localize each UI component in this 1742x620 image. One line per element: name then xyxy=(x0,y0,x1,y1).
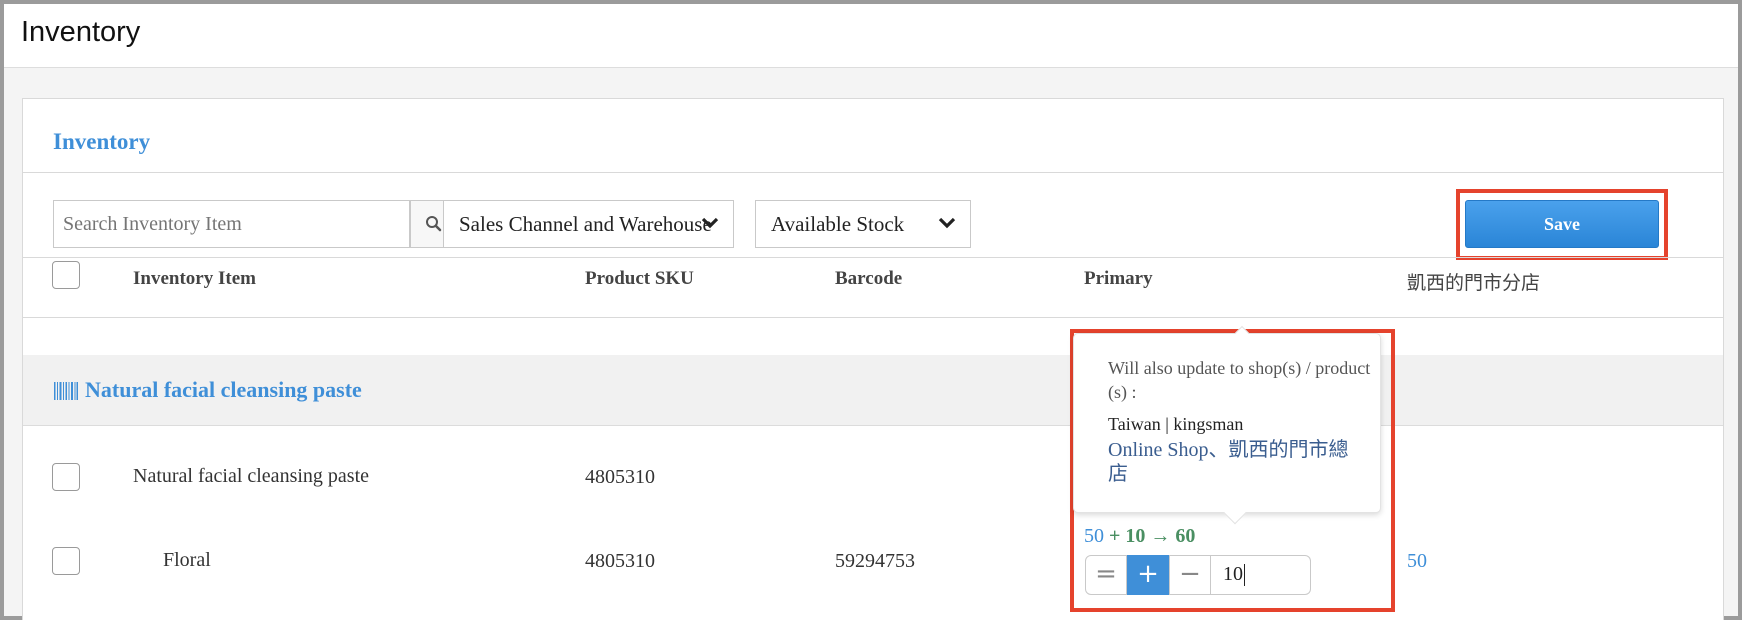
stock-calc-line: 50 + 10 → 60 xyxy=(1084,525,1195,548)
popover-note: Will also update to shop(s) / product (s… xyxy=(1108,358,1371,402)
save-button[interactable]: Save xyxy=(1465,200,1659,248)
divider xyxy=(23,317,1723,318)
row-product-sku: 4805310 xyxy=(585,466,655,488)
row-item-name: Natural facial cleansing paste xyxy=(133,465,369,487)
sales-channel-select-value: Sales Channel and Warehouse xyxy=(459,212,712,236)
text-caret xyxy=(1244,564,1245,587)
stock-type-select-value: Available Stock xyxy=(771,212,905,236)
app-window: Inventory Inventory Sales Channel and Wa… xyxy=(0,0,1742,620)
chevron-down-icon xyxy=(701,217,719,229)
select-all-checkbox[interactable] xyxy=(52,261,80,289)
product-group-row: Natural facial cleansing paste xyxy=(23,355,1723,426)
barcode-icon xyxy=(54,382,78,400)
header-inventory-item: Inventory Item xyxy=(133,268,256,289)
stock-operation-result: + 10 → 60 xyxy=(1109,525,1196,547)
add-button[interactable]: + xyxy=(1127,555,1169,595)
adjust-mode-group: = + − 10 xyxy=(1085,555,1311,595)
search-input[interactable] xyxy=(53,200,410,248)
row-checkbox[interactable] xyxy=(52,463,80,491)
header-primary: Primary xyxy=(1084,268,1153,289)
row-product-sku: 4805310 xyxy=(585,550,655,572)
update-info-popover: Will also update to shop(s) / product (s… xyxy=(1073,325,1381,525)
header-product-sku: Product SKU xyxy=(585,268,694,289)
page-title: Inventory xyxy=(21,16,141,48)
row-item-name: Floral xyxy=(163,549,211,571)
popover-shop: Taiwan | kingsman xyxy=(1108,414,1244,434)
current-stock-value: 50 xyxy=(1084,525,1104,547)
row-checkbox[interactable] xyxy=(52,547,80,575)
row-barcode: 59294753 xyxy=(835,550,915,572)
divider xyxy=(23,257,1723,258)
divider xyxy=(23,172,1723,173)
subtract-button[interactable]: − xyxy=(1169,555,1211,595)
popover-products: Online Shop、凱西的門市總店 xyxy=(1108,439,1349,485)
header-branch-store: 凱西的門市分店 xyxy=(1407,273,1541,294)
top-bar: Inventory xyxy=(4,4,1738,68)
quantity-input-value: 10 xyxy=(1223,563,1243,585)
row-branch-stock[interactable]: 50 xyxy=(1407,550,1427,573)
stock-type-select[interactable]: Available Stock xyxy=(755,200,971,248)
chevron-down-icon xyxy=(938,217,956,229)
panel-title: Inventory xyxy=(53,129,151,154)
product-group-title[interactable]: Natural facial cleansing paste xyxy=(85,377,362,403)
inventory-panel: Inventory Sales Channel and Warehouse Av… xyxy=(22,98,1724,620)
sales-channel-select[interactable]: Sales Channel and Warehouse xyxy=(443,200,734,248)
set-equal-button[interactable]: = xyxy=(1085,555,1127,595)
quantity-input[interactable]: 10 xyxy=(1211,555,1311,595)
header-barcode: Barcode xyxy=(835,268,903,289)
